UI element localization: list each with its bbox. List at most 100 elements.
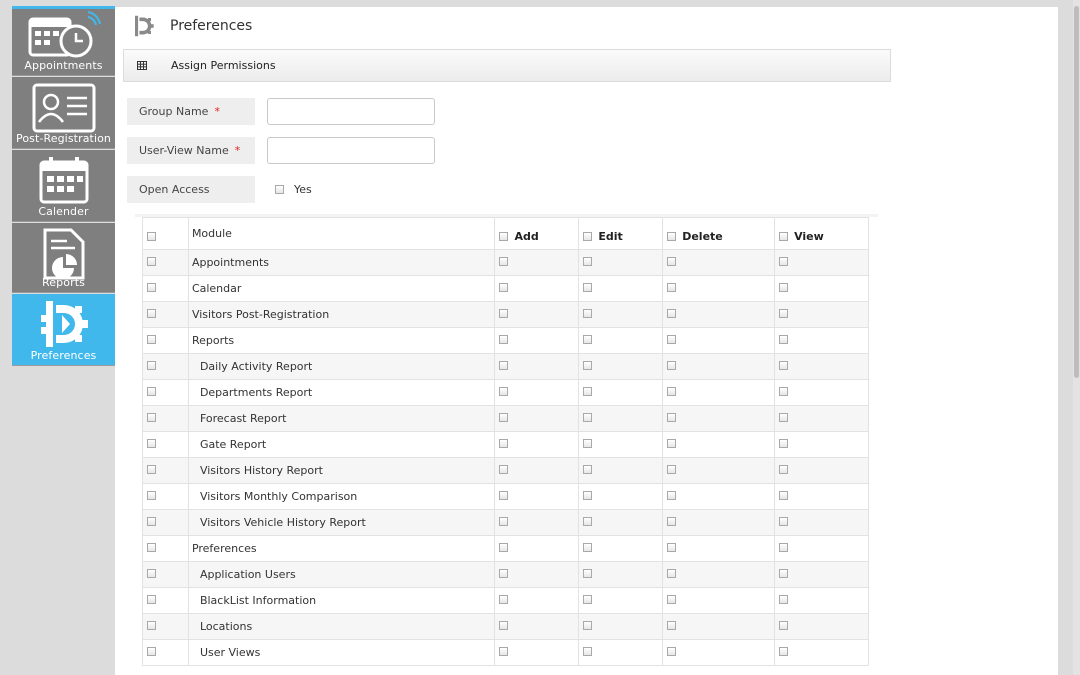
delete-all-checkbox[interactable] [667,232,677,241]
delete-checkbox[interactable] [667,387,677,396]
edit-checkbox[interactable] [583,517,593,526]
view-checkbox[interactable] [779,361,789,370]
delete-checkbox[interactable] [667,257,677,266]
view-checkbox[interactable] [779,335,789,344]
add-checkbox[interactable] [499,491,509,500]
delete-cell [662,613,776,640]
view-checkbox[interactable] [779,647,789,656]
delete-checkbox[interactable] [667,647,677,656]
sidebar-item-preferences[interactable]: Preferences [12,294,115,366]
delete-checkbox[interactable] [667,465,677,474]
row-select-checkbox[interactable] [147,387,156,396]
delete-checkbox[interactable] [667,595,677,604]
row-select-checkbox[interactable] [147,335,156,344]
delete-checkbox[interactable] [667,517,677,526]
delete-checkbox[interactable] [667,491,677,500]
view-checkbox[interactable] [779,621,789,630]
sidebar-item-calender[interactable]: Calender [12,150,115,222]
edit-checkbox[interactable] [583,491,593,500]
row-select-checkbox[interactable] [147,517,156,526]
row-select-checkbox[interactable] [147,257,156,266]
edit-checkbox[interactable] [583,569,593,578]
delete-checkbox[interactable] [667,543,677,552]
view-checkbox[interactable] [779,439,789,448]
add-checkbox[interactable] [499,335,509,344]
edit-checkbox[interactable] [583,413,593,422]
sidebar-item-post-registration[interactable]: Post-Registration [12,77,115,149]
delete-checkbox[interactable] [667,335,677,344]
row-select-checkbox[interactable] [147,465,156,474]
add-checkbox[interactable] [499,569,509,578]
user-view-name-input[interactable] [267,137,435,164]
view-checkbox[interactable] [779,517,789,526]
add-checkbox[interactable] [499,257,509,266]
row-select-checkbox[interactable] [147,413,156,422]
delete-checkbox[interactable] [667,361,677,370]
view-checkbox[interactable] [779,413,789,422]
add-checkbox[interactable] [499,387,509,396]
row-select-cell [142,431,189,458]
view-all-checkbox[interactable] [779,232,789,241]
add-checkbox[interactable] [499,361,509,370]
edit-checkbox[interactable] [583,387,593,396]
edit-checkbox[interactable] [583,257,593,266]
sidebar-item-reports[interactable]: Reports [12,223,115,293]
row-select-checkbox[interactable] [147,595,156,604]
row-select-checkbox[interactable] [147,543,156,552]
add-checkbox[interactable] [499,543,509,552]
delete-checkbox[interactable] [667,413,677,422]
add-checkbox[interactable] [499,439,509,448]
delete-checkbox[interactable] [667,309,677,318]
add-all-checkbox[interactable] [499,232,509,241]
view-checkbox[interactable] [779,595,789,604]
edit-cell [578,431,664,458]
view-checkbox[interactable] [779,387,789,396]
group-name-input[interactable] [267,98,435,125]
preferences-gear-icon [135,15,154,37]
row-select-checkbox[interactable] [147,439,156,448]
row-select-checkbox[interactable] [147,491,156,500]
view-checkbox[interactable] [779,569,789,578]
view-checkbox[interactable] [779,543,789,552]
row-select-checkbox[interactable] [147,283,156,292]
add-checkbox[interactable] [499,517,509,526]
edit-checkbox[interactable] [583,465,593,474]
delete-checkbox[interactable] [667,439,677,448]
delete-checkbox[interactable] [667,569,677,578]
add-checkbox[interactable] [499,465,509,474]
select-all-checkbox[interactable] [147,232,156,241]
edit-checkbox[interactable] [583,283,593,292]
edit-checkbox[interactable] [583,647,593,656]
row-select-checkbox[interactable] [147,569,156,578]
add-checkbox[interactable] [499,413,509,422]
edit-checkbox[interactable] [583,543,593,552]
edit-checkbox[interactable] [583,621,593,630]
edit-checkbox[interactable] [583,309,593,318]
delete-checkbox[interactable] [667,283,677,292]
page-scrollbar[interactable] [1073,0,1080,675]
add-checkbox[interactable] [499,595,509,604]
add-checkbox[interactable] [499,309,509,318]
edit-checkbox[interactable] [583,595,593,604]
view-checkbox[interactable] [779,465,789,474]
sidebar-item-appointments[interactable]: Appointments [12,6,115,76]
edit-all-checkbox[interactable] [583,232,593,241]
row-select-checkbox[interactable] [147,361,156,370]
view-checkbox[interactable] [779,257,789,266]
row-select-checkbox[interactable] [147,309,156,318]
edit-checkbox[interactable] [583,361,593,370]
edit-checkbox[interactable] [583,439,593,448]
edit-cell [578,327,664,354]
delete-checkbox[interactable] [667,621,677,630]
open-access-checkbox[interactable] [275,185,284,194]
add-checkbox[interactable] [499,647,509,656]
add-checkbox[interactable] [499,283,509,292]
row-select-checkbox[interactable] [147,621,156,630]
view-checkbox[interactable] [779,309,789,318]
view-checkbox[interactable] [779,283,789,292]
view-checkbox[interactable] [779,491,789,500]
scrollbar-thumb[interactable] [1074,6,1079,378]
edit-checkbox[interactable] [583,335,593,344]
row-select-checkbox[interactable] [147,647,156,656]
add-checkbox[interactable] [499,621,509,630]
